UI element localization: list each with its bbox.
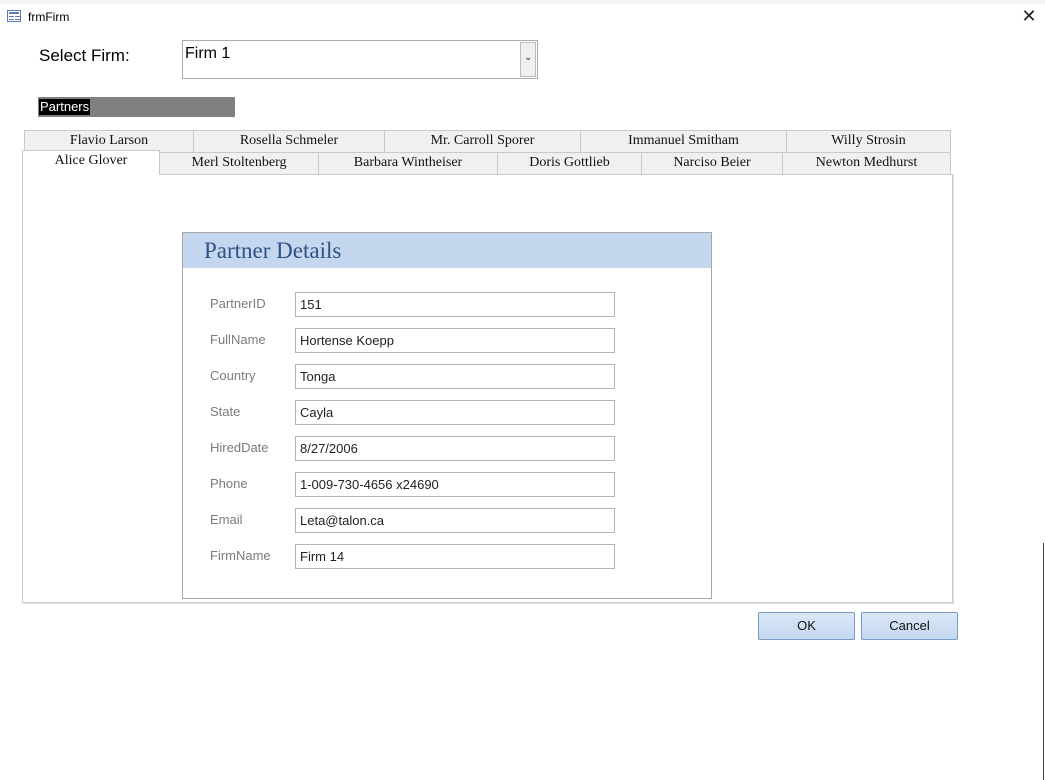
tab-narciso-beier[interactable]: Narciso Beier xyxy=(641,152,783,174)
phone-field[interactable]: 1-009-730-4656 x24690 xyxy=(295,472,615,497)
select-firm-label: Select Firm: xyxy=(39,46,130,65)
tab-mr-carroll-sporer[interactable]: Mr. Carroll Sporer xyxy=(384,130,581,152)
full-name-field[interactable]: Hortense Koepp xyxy=(295,328,615,353)
firm-name-label: FirmName xyxy=(210,548,271,563)
close-icon[interactable]: ✕ xyxy=(1019,6,1039,26)
partner-id-label: PartnerID xyxy=(210,296,266,311)
state-label: State xyxy=(210,404,241,419)
tab-willy-strosin[interactable]: Willy Strosin xyxy=(786,130,951,152)
form-icon xyxy=(7,10,21,22)
tab-rosella-schmeler[interactable]: Rosella Schmeler xyxy=(193,130,385,152)
partners-label: Partners xyxy=(39,99,91,115)
partners-subform-label-bar: Partners xyxy=(38,97,235,117)
firm-combobox-value[interactable]: Firm 1 xyxy=(185,45,230,63)
window-title: frmFirm xyxy=(28,10,70,24)
partner-id-field[interactable]: 151 xyxy=(295,292,615,317)
tab-alice-glover[interactable]: Alice Glover xyxy=(22,150,160,175)
phone-label: Phone xyxy=(210,476,248,491)
hired-date-label: HiredDate xyxy=(210,440,269,455)
title-bar: frmFirm ✕ xyxy=(0,4,1045,30)
tab-immanuel-smitham[interactable]: Immanuel Smitham xyxy=(580,130,787,152)
hired-date-field[interactable]: 8/27/2006 xyxy=(295,436,615,461)
full-name-label: FullName xyxy=(210,332,266,347)
cancel-button[interactable]: Cancel xyxy=(861,612,958,640)
firm-name-field[interactable]: Firm 14 xyxy=(295,544,615,569)
window-edge-line xyxy=(1043,543,1044,780)
tab-barbara-wintheiser[interactable]: Barbara Wintheiser xyxy=(318,152,498,174)
email-label: Email xyxy=(210,512,243,527)
tab-doris-gottlieb[interactable]: Doris Gottlieb xyxy=(497,152,642,174)
tab-flavio-larson[interactable]: Flavio Larson xyxy=(24,130,194,152)
state-field[interactable]: Cayla xyxy=(295,400,615,425)
country-field[interactable]: Tonga xyxy=(295,364,615,389)
tab-newton-medhurst[interactable]: Newton Medhurst xyxy=(782,152,951,174)
country-label: Country xyxy=(210,368,256,383)
firm-dropdown-button[interactable]: ⌄ xyxy=(520,42,536,77)
partner-details-title: Partner Details xyxy=(204,238,342,263)
chevron-down-icon: ⌄ xyxy=(524,52,533,63)
tab-merl-stoltenberg[interactable]: Merl Stoltenberg xyxy=(159,152,319,174)
email-field[interactable]: Leta@talon.ca xyxy=(295,508,615,533)
partner-details-panel: Partner Details PartnerID 151 FullName H… xyxy=(182,232,712,599)
ok-button[interactable]: OK xyxy=(758,612,855,640)
firm-combobox[interactable]: Firm 1 ⌄ xyxy=(182,40,538,79)
partner-details-header: Partner Details xyxy=(183,233,711,268)
